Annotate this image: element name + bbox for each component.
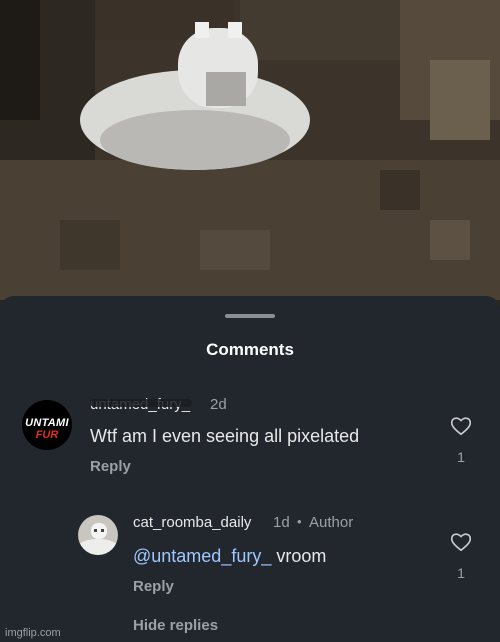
reply-button[interactable]: Reply bbox=[90, 458, 131, 475]
reply-username[interactable]: cat_roomba_daily bbox=[133, 514, 251, 531]
comment-text: Wtf am I even seeing all pixelated bbox=[90, 426, 360, 446]
watermark: imgflip.com bbox=[5, 627, 61, 639]
drag-handle[interactable] bbox=[225, 314, 275, 318]
avatar[interactable]: UNTAMI FUR bbox=[22, 400, 72, 450]
meta-separator: • bbox=[297, 514, 302, 529]
video-background bbox=[0, 0, 500, 300]
reply-time: 1d bbox=[273, 514, 290, 531]
reply-text: @untamed_fury_ vroom bbox=[133, 546, 327, 566]
hide-replies-button[interactable]: Hide replies bbox=[133, 617, 218, 634]
like-count: 1 bbox=[457, 565, 465, 581]
reply-button[interactable]: Reply bbox=[133, 578, 174, 595]
avatar[interactable] bbox=[78, 515, 118, 555]
heart-icon[interactable] bbox=[448, 532, 474, 557]
author-badge: Author bbox=[309, 514, 354, 531]
sheet-title: Comments bbox=[206, 340, 294, 359]
comment-time: 2d bbox=[210, 396, 227, 413]
mention-link[interactable]: @untamed_fury_ bbox=[133, 546, 271, 566]
comments-sheet: Comments UNTAMI FUR untamed_fury_ 2d Wtf… bbox=[0, 296, 500, 642]
heart-icon[interactable] bbox=[448, 416, 474, 441]
like-count: 1 bbox=[457, 449, 465, 465]
username-scribble bbox=[90, 399, 192, 407]
